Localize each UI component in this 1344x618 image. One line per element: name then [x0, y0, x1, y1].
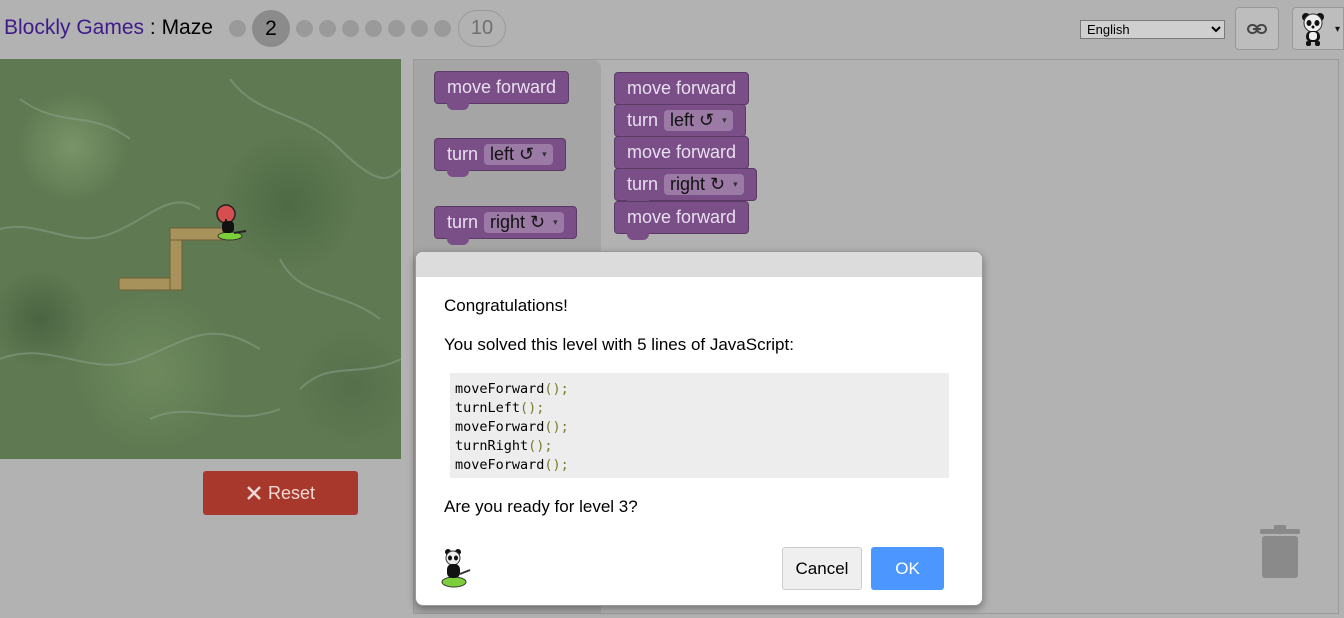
avatar-menu-button[interactable]: ▾ — [1292, 7, 1344, 50]
turn-direction-dropdown[interactable]: right ↻ ▾ — [664, 174, 744, 195]
block-label: move forward — [627, 207, 737, 227]
toolbox-block-turn-right[interactable]: turn right ↻ ▾ — [434, 206, 577, 245]
maze-view — [0, 59, 401, 459]
page-title: Blockly Games : Maze — [4, 16, 213, 40]
block-label: turn — [627, 110, 659, 130]
program-block-turn-right[interactable]: turn right ↻ ▾ — [614, 168, 757, 207]
program-block-turn-left[interactable]: turn left ↺ ▾ — [614, 104, 746, 143]
maze-terrain — [0, 78, 401, 420]
app-home-link[interactable]: Blockly Games — [4, 16, 144, 39]
level-3-dot[interactable] — [296, 20, 313, 37]
level-current: 2 — [252, 10, 290, 47]
level-4-dot[interactable] — [319, 20, 336, 37]
block-label: move forward — [627, 142, 737, 162]
turn-direction-dropdown[interactable]: left ↺ ▾ — [664, 110, 733, 131]
dropdown-value: left ↺ — [670, 110, 715, 130]
block-label: turn — [447, 212, 479, 232]
link-button[interactable] — [1235, 7, 1279, 50]
level-7-dot[interactable] — [388, 20, 405, 37]
dropdown-arrow-icon: ▾ — [553, 217, 558, 227]
dialog-question-text: Are you ready for level 3? — [444, 497, 638, 516]
avatar-caret-icon: ▾ — [1334, 24, 1340, 35]
program-block-move-forward[interactable]: move forward — [614, 136, 750, 175]
dropdown-value: right ↻ — [490, 212, 546, 232]
toolbox-block-move-forward[interactable]: move forward — [434, 71, 570, 110]
link-icon — [1247, 23, 1267, 34]
dropdown-arrow-icon: ▾ — [542, 149, 547, 159]
code-line: moveForward(); — [455, 419, 569, 435]
reset-label: Reset — [267, 482, 316, 503]
code-line: turnRight(); — [455, 438, 553, 454]
level-8-dot[interactable] — [411, 20, 428, 37]
game-name: Maze — [161, 16, 213, 39]
level-9-dot[interactable] — [434, 20, 451, 37]
level-selector: 2 10 — [226, 10, 506, 47]
code-line: moveForward(); — [455, 457, 569, 473]
level-5-dot[interactable] — [342, 20, 359, 37]
turn-direction-dropdown[interactable]: right ↻ ▾ — [484, 212, 564, 233]
close-x-icon — [247, 486, 261, 500]
block-label: move forward — [627, 78, 737, 98]
title-separator: : — [144, 16, 162, 39]
pegman-panda-icon — [441, 549, 471, 588]
dropdown-arrow-icon: ▾ — [722, 115, 727, 125]
cancel-button[interactable]: Cancel — [782, 547, 862, 590]
dialog-summary-text: You solved this level with 5 lines of Ja… — [444, 335, 794, 354]
program-block-move-forward[interactable]: move forward — [614, 72, 750, 111]
turn-direction-dropdown[interactable]: left ↺ ▾ — [484, 144, 553, 165]
maze-path — [118, 227, 229, 291]
block-label: turn — [627, 174, 659, 194]
header: Blockly Games : Maze 2 10 English ▾ — [0, 0, 1344, 58]
panda-avatar-icon — [1302, 13, 1324, 46]
dialog-title-bar[interactable] — [416, 252, 982, 277]
level-6-dot[interactable] — [365, 20, 382, 37]
block-label: move forward — [447, 77, 557, 97]
program-block-move-forward[interactable]: move forward — [614, 201, 750, 240]
level-last[interactable]: 10 — [458, 10, 506, 47]
reset-button[interactable]: Reset — [203, 471, 358, 515]
block-label: turn — [447, 144, 479, 164]
language-select[interactable]: English — [1080, 20, 1225, 39]
dropdown-value: left ↺ — [490, 144, 535, 164]
code-line: moveForward(); — [455, 381, 569, 397]
dropdown-arrow-icon: ▾ — [733, 179, 738, 189]
toolbox-block-turn-left[interactable]: turn left ↺ ▾ — [434, 138, 566, 177]
level-1-dot[interactable] — [229, 20, 246, 37]
trash-can-icon[interactable] — [1258, 525, 1302, 581]
code-line: turnLeft(); — [455, 400, 545, 416]
ok-button[interactable]: OK — [871, 547, 944, 590]
dialog-congrats-text: Congratulations! — [444, 296, 568, 315]
dropdown-value: right ↻ — [670, 174, 726, 194]
javascript-code-block: moveForward(); turnLeft(); moveForward()… — [450, 373, 949, 478]
congratulations-dialog: Congratulations! You solved this level w… — [415, 251, 983, 606]
